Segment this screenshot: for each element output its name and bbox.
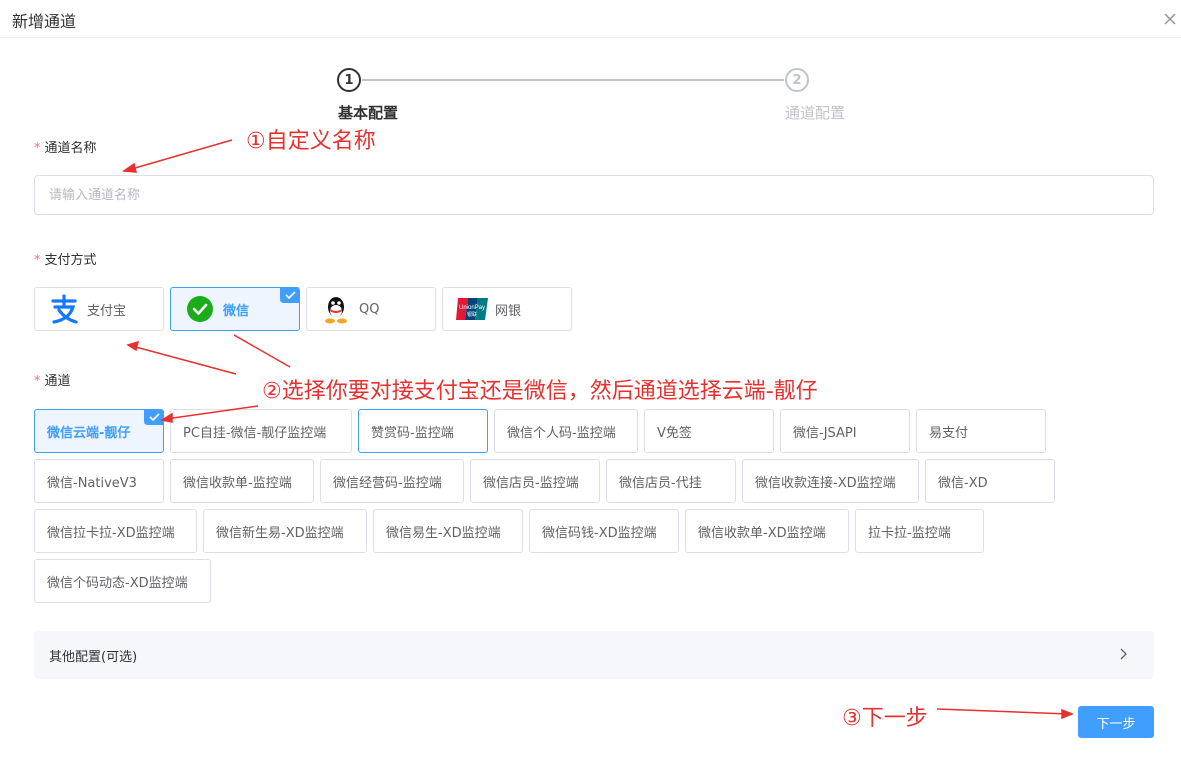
channel-option-5[interactable]: V免签 bbox=[644, 409, 774, 453]
qq-icon bbox=[319, 292, 353, 326]
selected-check-icon bbox=[280, 288, 299, 303]
channel-option-label: 微信-XD bbox=[938, 475, 988, 491]
annotation-arrow-1 bbox=[127, 139, 233, 171]
dialog-header: 新增通道 bbox=[0, 0, 1181, 38]
step-connector bbox=[362, 79, 784, 81]
channel-option-label: 微信店员-监控端 bbox=[483, 475, 579, 491]
unionpay-icon: UnionPay 银联 bbox=[455, 292, 489, 326]
channel-option-16[interactable]: 微信新生易-XD监控端 bbox=[203, 509, 367, 553]
channel-label: * 通道 bbox=[34, 370, 71, 389]
channel-option-15[interactable]: 微信拉卡拉-XD监控端 bbox=[34, 509, 197, 553]
step-1-circle: 1 bbox=[337, 68, 361, 92]
channel-option-label: 微信拉卡拉-XD监控端 bbox=[47, 525, 175, 541]
annotation-1: ①自定义名称 bbox=[246, 129, 376, 154]
channel-option-label: 拉卡拉-监控端 bbox=[868, 525, 951, 541]
channel-option-4[interactable]: 微信个人码-监控端 bbox=[494, 409, 638, 453]
pay-option-alipay[interactable]: 支付宝 bbox=[34, 287, 164, 331]
channel-option-19[interactable]: 微信收款单-XD监控端 bbox=[685, 509, 849, 553]
channel-option-label: 微信店员-代挂 bbox=[619, 475, 702, 491]
channel-option-3[interactable]: 赞赏码-监控端 bbox=[358, 409, 488, 453]
channel-option-14[interactable]: 微信-XD bbox=[925, 459, 1055, 503]
channel-option-label: 易支付 bbox=[929, 425, 969, 441]
channel-option-label: 微信易生-XD监控端 bbox=[386, 525, 501, 541]
pay-option-wechat[interactable]: 微信 bbox=[170, 287, 300, 331]
channel-name-input[interactable] bbox=[34, 175, 1154, 215]
channel-option-label: 微信云端-靓仔 bbox=[47, 425, 131, 441]
pay-option-qq[interactable]: QQ bbox=[306, 287, 436, 331]
wechat-icon bbox=[183, 292, 217, 326]
annotation-arrowhead-1 bbox=[121, 162, 137, 173]
channel-option-11[interactable]: 微信店员-监控端 bbox=[470, 459, 600, 503]
pay-method-label-text: 支付方式 bbox=[44, 253, 97, 268]
channel-option-17[interactable]: 微信易生-XD监控端 bbox=[373, 509, 523, 553]
channel-option-7[interactable]: 易支付 bbox=[916, 409, 1046, 453]
channel-option-1[interactable]: 微信云端-靓仔 bbox=[34, 409, 164, 453]
channel-option-label: V免签 bbox=[657, 425, 692, 441]
unionpay-logo-subtext: 银联 bbox=[467, 311, 477, 318]
channel-option-6[interactable]: 微信-JSAPI bbox=[780, 409, 910, 453]
steps: 1 2 基本配置 通道配置 bbox=[0, 66, 1181, 126]
channel-option-label: 微信码钱-XD监控端 bbox=[542, 525, 657, 541]
channel-option-label: 微信收款单-监控端 bbox=[183, 475, 292, 491]
pay-option-label: 微信 bbox=[223, 303, 250, 319]
annotation-arrowhead-2 bbox=[126, 340, 140, 352]
step-2-circle: 2 bbox=[785, 68, 809, 92]
channel-option-label: 赞赏码-监控端 bbox=[371, 425, 454, 441]
channel-option-2[interactable]: PC自挂-微信-靓仔监控端 bbox=[170, 409, 352, 453]
chevron-right-icon bbox=[1120, 648, 1127, 660]
alipay-icon bbox=[47, 292, 81, 326]
annotation-arrow-3 bbox=[233, 334, 291, 368]
pay-option-label: 支付宝 bbox=[87, 303, 127, 319]
channel-name-label: * 通道名称 bbox=[34, 137, 97, 156]
annotation-arrowhead-5 bbox=[1061, 708, 1075, 720]
channel-option-label: 微信个码动态-XD监控端 bbox=[47, 575, 188, 591]
channel-option-10[interactable]: 微信经营码-监控端 bbox=[320, 459, 464, 503]
channel-option-label: 微信-NativeV3 bbox=[47, 475, 137, 491]
channel-option-21[interactable]: 微信个码动态-XD监控端 bbox=[34, 559, 211, 603]
required-mark: * bbox=[34, 374, 41, 389]
step-2-label: 通道配置 bbox=[785, 104, 846, 122]
selected-check-icon bbox=[144, 410, 163, 425]
channel-option-20[interactable]: 拉卡拉-监控端 bbox=[855, 509, 984, 553]
channel-option-13[interactable]: 微信收款连接-XD监控端 bbox=[742, 459, 919, 503]
pay-option-label: QQ bbox=[359, 301, 380, 317]
close-icon[interactable] bbox=[1161, 10, 1179, 28]
next-step-button[interactable]: 下一步 bbox=[1078, 706, 1154, 738]
channel-option-label: 微信收款单-XD监控端 bbox=[698, 525, 826, 541]
dialog-title: 新增通道 bbox=[12, 12, 77, 31]
annotation-arrow-2 bbox=[131, 345, 237, 375]
pay-option-label: 网银 bbox=[495, 303, 522, 319]
required-mark: * bbox=[34, 141, 41, 156]
channel-option-label: PC自挂-微信-靓仔监控端 bbox=[183, 425, 327, 441]
annotation-3: ③下一步 bbox=[842, 706, 928, 731]
step-1-label: 基本配置 bbox=[338, 104, 399, 122]
channel-option-12[interactable]: 微信店员-代挂 bbox=[606, 459, 736, 503]
channel-name-label-text: 通道名称 bbox=[44, 141, 97, 156]
channel-option-label: 微信收款连接-XD监控端 bbox=[755, 475, 896, 491]
channel-option-label: 微信-JSAPI bbox=[793, 425, 857, 441]
pay-method-label: * 支付方式 bbox=[34, 249, 97, 268]
required-mark: * bbox=[34, 253, 41, 268]
channel-option-label: 微信个人码-监控端 bbox=[507, 425, 616, 441]
channel-option-9[interactable]: 微信收款单-监控端 bbox=[170, 459, 314, 503]
channel-option-8[interactable]: 微信-NativeV3 bbox=[34, 459, 164, 503]
channel-option-18[interactable]: 微信码钱-XD监控端 bbox=[529, 509, 679, 553]
annotation-2: ②选择你要对接支付宝还是微信，然后通道选择云端-靓仔 bbox=[262, 379, 818, 404]
pay-option-unionpay[interactable]: UnionPay 银联 网银 bbox=[442, 287, 572, 331]
channel-option-label: 微信新生易-XD监控端 bbox=[216, 525, 344, 541]
unionpay-logo-text: UnionPay bbox=[459, 305, 485, 311]
other-config-collapse[interactable]: 其他配置(可选) bbox=[34, 631, 1154, 679]
annotation-arrow-5 bbox=[936, 708, 1069, 715]
channel-label-text: 通道 bbox=[44, 374, 71, 389]
channel-option-label: 微信经营码-监控端 bbox=[333, 475, 442, 491]
other-config-label: 其他配置(可选) bbox=[49, 649, 138, 665]
